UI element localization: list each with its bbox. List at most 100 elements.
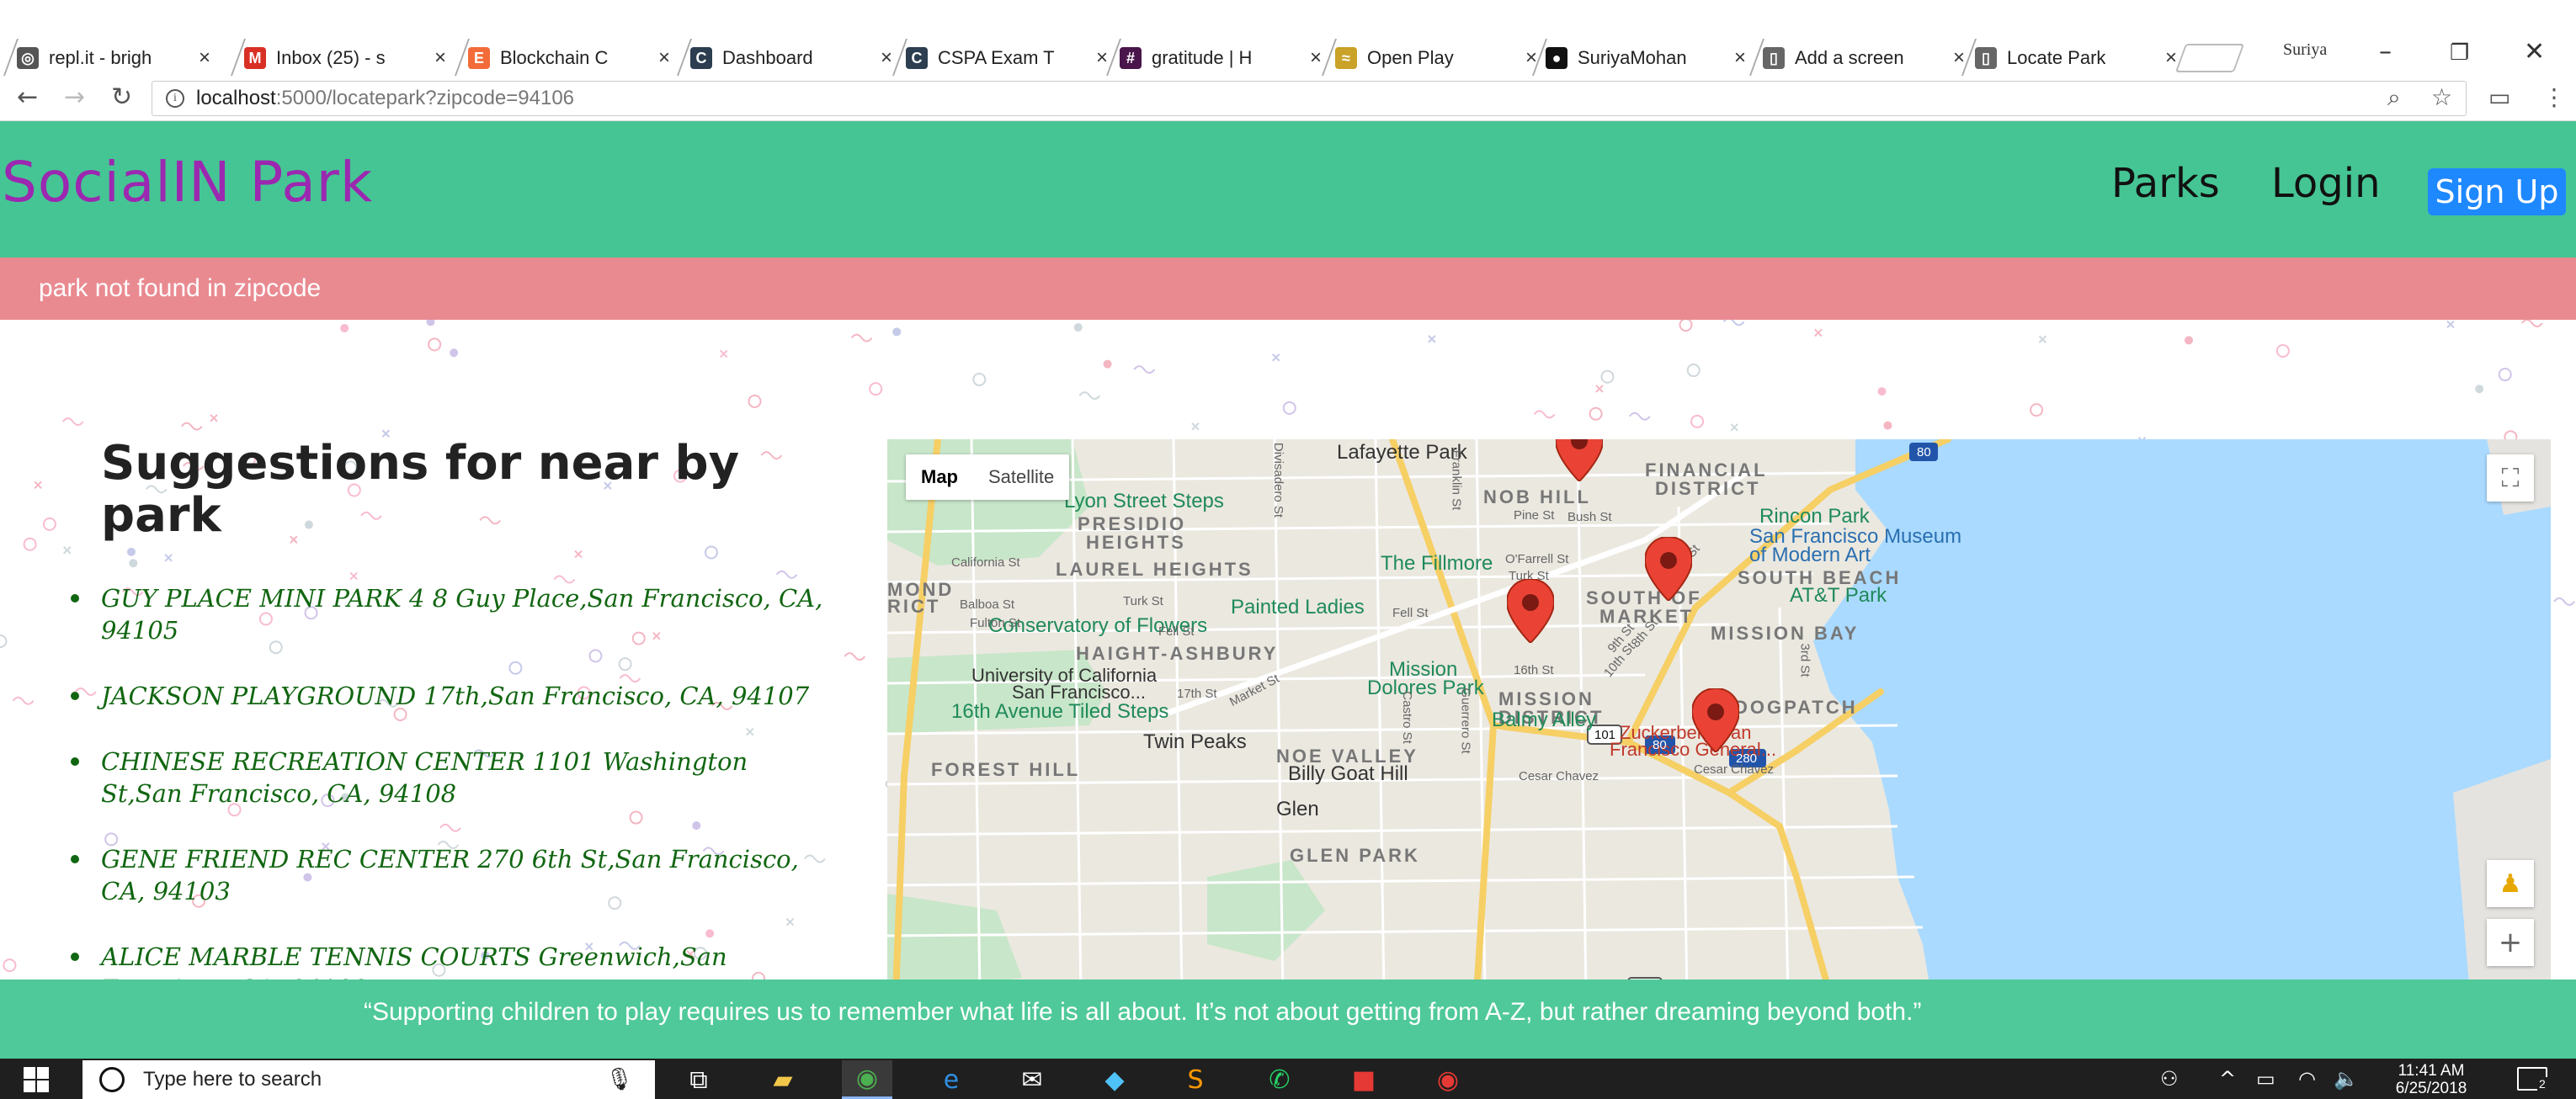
tab-close-icon[interactable]: × bbox=[2165, 46, 2177, 70]
pattern-shape bbox=[1679, 320, 1693, 332]
fullscreen-icon[interactable]: ⛶ bbox=[2487, 454, 2534, 502]
pattern-shape bbox=[126, 547, 136, 556]
park-suggestion-item: GUY PLACE MINI PARK 4 8 Guy Place,San Fr… bbox=[71, 582, 828, 646]
park-marker[interactable] bbox=[1645, 537, 1692, 601]
file-explorer-icon[interactable]: ▰ bbox=[758, 1060, 808, 1099]
tab-close-icon[interactable]: × bbox=[658, 46, 670, 70]
pattern-shape bbox=[1103, 359, 1112, 369]
zoom-in-button[interactable]: + bbox=[2487, 919, 2534, 966]
park-suggestion-list: GUY PLACE MINI PARK 4 8 Guy Place,San Fr… bbox=[71, 582, 828, 980]
label-lafayette-park: Lafayette Park bbox=[1337, 441, 1467, 464]
minimize-icon[interactable]: – bbox=[2379, 37, 2392, 66]
bay-water bbox=[1813, 439, 2551, 980]
tab-title: Dashboard bbox=[722, 47, 813, 68]
reload-icon[interactable]: ↻ bbox=[111, 82, 132, 112]
signup-button[interactable]: Sign Up bbox=[2428, 168, 2566, 215]
github-icon: ● bbox=[1546, 47, 1567, 69]
quote-footer: “Supporting children to play requires us… bbox=[0, 980, 2576, 1059]
tab-close-icon[interactable]: × bbox=[1096, 46, 1108, 70]
pattern-shape bbox=[450, 348, 459, 358]
pattern-shape bbox=[3, 958, 17, 973]
street-fell: Fell St bbox=[1392, 606, 1429, 620]
edge-icon[interactable]: e bbox=[926, 1060, 977, 1099]
menu-icon[interactable]: ⋮ bbox=[2542, 83, 2566, 111]
new-tab-button[interactable] bbox=[2174, 44, 2245, 72]
windows-start-icon[interactable] bbox=[24, 1067, 49, 1092]
volume-icon[interactable]: 🔈 bbox=[2334, 1067, 2359, 1091]
bookmark-star-icon[interactable]: ☆ bbox=[2431, 83, 2452, 111]
browser-tab[interactable]: ▯ Locate Park × bbox=[1961, 39, 2177, 76]
label-balmy-alley: Balmy Alley bbox=[1492, 709, 1597, 731]
satellite-view-button[interactable]: Satellite bbox=[973, 454, 1069, 500]
tab-close-icon[interactable]: × bbox=[881, 46, 892, 70]
codio-icon: C bbox=[906, 47, 928, 69]
task-view-icon[interactable]: ⧉ bbox=[673, 1060, 724, 1099]
tab-title: gratitude | H bbox=[1152, 47, 1253, 68]
browser-tab[interactable]: ≈ Open Play × bbox=[1321, 39, 1537, 76]
browser-tab[interactable]: ◎ repl.it - brigh × bbox=[3, 39, 210, 76]
close-window-icon[interactable]: ✕ bbox=[2524, 37, 2545, 66]
document-icon: ▯ bbox=[1975, 47, 1997, 69]
pattern-shape bbox=[1722, 320, 1745, 327]
browser-tab[interactable]: M Inbox (25) - s × bbox=[230, 39, 446, 76]
browser-tab[interactable]: C Dashboard × bbox=[676, 39, 892, 76]
pattern-shape bbox=[1877, 387, 1887, 396]
google-map[interactable]: Lafayette Park NOB HILL FINANCIAL DISTRI… bbox=[887, 439, 2551, 980]
pattern-shape bbox=[1883, 421, 1892, 430]
taskbar-clock[interactable]: 11:41 AM 6/25/2018 bbox=[2364, 1062, 2499, 1097]
pattern-shape bbox=[844, 652, 866, 661]
pattern-shape bbox=[719, 349, 728, 358]
taskbar-search-input[interactable]: Type here to search 🎙 bbox=[82, 1060, 655, 1099]
restore-icon[interactable]: ❐ bbox=[2450, 40, 2469, 66]
git-kraken-icon[interactable]: ◆ bbox=[1089, 1060, 1140, 1099]
street-guerrero: Guerrero St bbox=[1458, 688, 1473, 754]
browser-tab[interactable]: C CSPA Exam T × bbox=[891, 39, 1108, 76]
park-marker[interactable] bbox=[1556, 439, 1603, 481]
tab-close-icon[interactable]: × bbox=[1953, 46, 1965, 70]
tab-close-icon[interactable]: × bbox=[1734, 46, 1746, 70]
street-3rd: 3rd St bbox=[1797, 643, 1812, 677]
browser-tab[interactable]: ● SuriyaMohan × bbox=[1531, 39, 1746, 76]
tray-chevron-icon[interactable]: ^ bbox=[2219, 1067, 2236, 1091]
street-castro: Castro St bbox=[1399, 691, 1414, 744]
chrome-icon[interactable]: ◉ bbox=[842, 1060, 892, 1099]
browser-tab[interactable]: ▯ Add a screen × bbox=[1748, 39, 1965, 76]
pattern-shape bbox=[210, 414, 218, 422]
gmail-icon: M bbox=[244, 47, 266, 69]
forward-icon[interactable]: → bbox=[64, 82, 85, 112]
park-marker[interactable] bbox=[1692, 688, 1739, 752]
zoom-icon[interactable]: ⌕ bbox=[2387, 83, 2401, 112]
back-icon[interactable]: ← bbox=[17, 82, 38, 112]
cast-icon[interactable]: ▭ bbox=[2488, 83, 2510, 111]
profile-name[interactable]: Suriya bbox=[2283, 40, 2327, 60]
microphone-icon[interactable]: 🎙 bbox=[605, 1067, 633, 1092]
park-marker[interactable] bbox=[1507, 579, 1554, 643]
browser-tab[interactable]: # gratitude | H × bbox=[1105, 39, 1322, 76]
info-icon[interactable]: i bbox=[166, 89, 184, 108]
nav-parks-link[interactable]: Parks bbox=[2111, 160, 2220, 207]
site-brand[interactable]: SocialIN Park bbox=[2, 150, 373, 215]
battery-icon[interactable]: ▭ bbox=[2256, 1067, 2275, 1091]
street-16th: 16th St bbox=[1514, 663, 1554, 677]
pattern-shape bbox=[1191, 422, 1200, 431]
label-att-park: AT&T Park bbox=[1790, 584, 1887, 607]
pattern-shape bbox=[704, 545, 718, 560]
map-view-button[interactable]: Map bbox=[906, 454, 973, 500]
openplay-icon: ≈ bbox=[1335, 47, 1357, 69]
street-view-pegman-icon[interactable]: ♟ bbox=[2487, 860, 2534, 907]
people-icon[interactable]: ⚇ bbox=[2160, 1067, 2179, 1091]
browser-tab[interactable]: E Blockchain C × bbox=[454, 39, 670, 76]
chrome-alt-icon[interactable]: ◉ bbox=[1423, 1060, 1473, 1099]
mail-icon[interactable]: ✉ bbox=[1007, 1060, 1057, 1099]
wifi-icon[interactable]: ◠ bbox=[2298, 1067, 2316, 1091]
label-lyon-street-steps: Lyon Street Steps bbox=[1064, 490, 1224, 512]
whatsapp-icon[interactable]: ✆ bbox=[1254, 1060, 1305, 1099]
tab-close-icon[interactable]: × bbox=[434, 46, 446, 70]
tab-close-icon[interactable]: × bbox=[199, 46, 210, 70]
url-input[interactable]: i localhost:5000/locatepark?zipcode=9410… bbox=[152, 81, 2467, 116]
nav-login-link[interactable]: Login bbox=[2271, 160, 2381, 207]
red-app-icon[interactable]: ■ bbox=[1339, 1060, 1389, 1099]
tab-close-icon[interactable]: × bbox=[1310, 46, 1322, 70]
sublime-text-icon[interactable]: S bbox=[1170, 1060, 1221, 1099]
pattern-shape bbox=[869, 382, 883, 396]
